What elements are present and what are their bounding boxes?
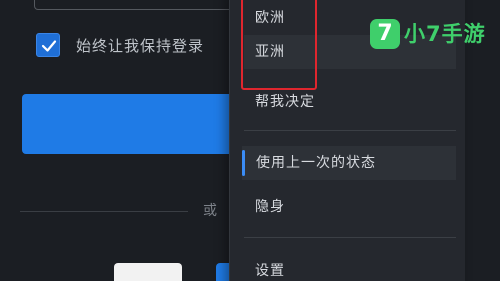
logo-badge-icon: 7	[370, 19, 400, 49]
menu-item-invisible[interactable]: 隐身	[230, 190, 466, 224]
highlight-box	[241, 0, 317, 90]
watermark-logo: 7 小7手游	[370, 19, 498, 49]
menu-item-label: 设置	[255, 263, 285, 279]
menu-item-label: 帮我决定	[255, 94, 315, 110]
sign-in-button[interactable]	[22, 94, 258, 154]
logo-text: 小7手游	[404, 22, 486, 46]
social-login-button[interactable]	[114, 263, 182, 281]
menu-item-label: 使用上一次的状态	[256, 155, 376, 171]
or-label: 或	[203, 203, 217, 219]
selected-indicator	[242, 150, 245, 176]
menu-divider	[244, 237, 456, 238]
menu-item-decide-for-me[interactable]: 帮我决定	[230, 85, 466, 119]
menu-item-settings[interactable]: 设置	[230, 254, 466, 281]
menu-item-label: 隐身	[255, 199, 285, 215]
keep-signed-in-label: 始终让我保持登录	[76, 37, 205, 55]
menu-item-use-last-status[interactable]: 使用上一次的状态	[242, 146, 456, 180]
keep-signed-in-checkbox[interactable]	[36, 33, 60, 57]
divider	[20, 211, 188, 212]
checkmark-icon	[41, 40, 57, 52]
username-input[interactable]	[34, 0, 248, 10]
menu-divider	[244, 130, 456, 131]
